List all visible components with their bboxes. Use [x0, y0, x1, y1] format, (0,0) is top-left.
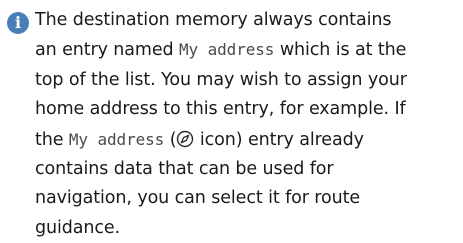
note-line-8: guidance.	[35, 217, 121, 238]
note-line-3: top of the list. You may wish to assign …	[35, 69, 407, 90]
note-line-6: contains data that can be used for	[35, 159, 334, 180]
note-line-7: navigation, you can select it for route	[35, 188, 361, 209]
note-line-4: home address to this entry, for example.…	[35, 99, 406, 120]
entry-name-code: My address	[179, 40, 275, 60]
note-line-2: an entry named My address which is at th…	[35, 40, 407, 61]
info-icon: i	[7, 12, 29, 34]
info-note: i The destination memory always contains …	[7, 6, 457, 243]
entry-name-code: My address	[68, 129, 165, 149]
compass-icon	[177, 130, 194, 147]
note-line-5: the My address ( icon) entry already	[35, 129, 364, 150]
note-line-1: i The destination memory always contains	[7, 6, 457, 35]
